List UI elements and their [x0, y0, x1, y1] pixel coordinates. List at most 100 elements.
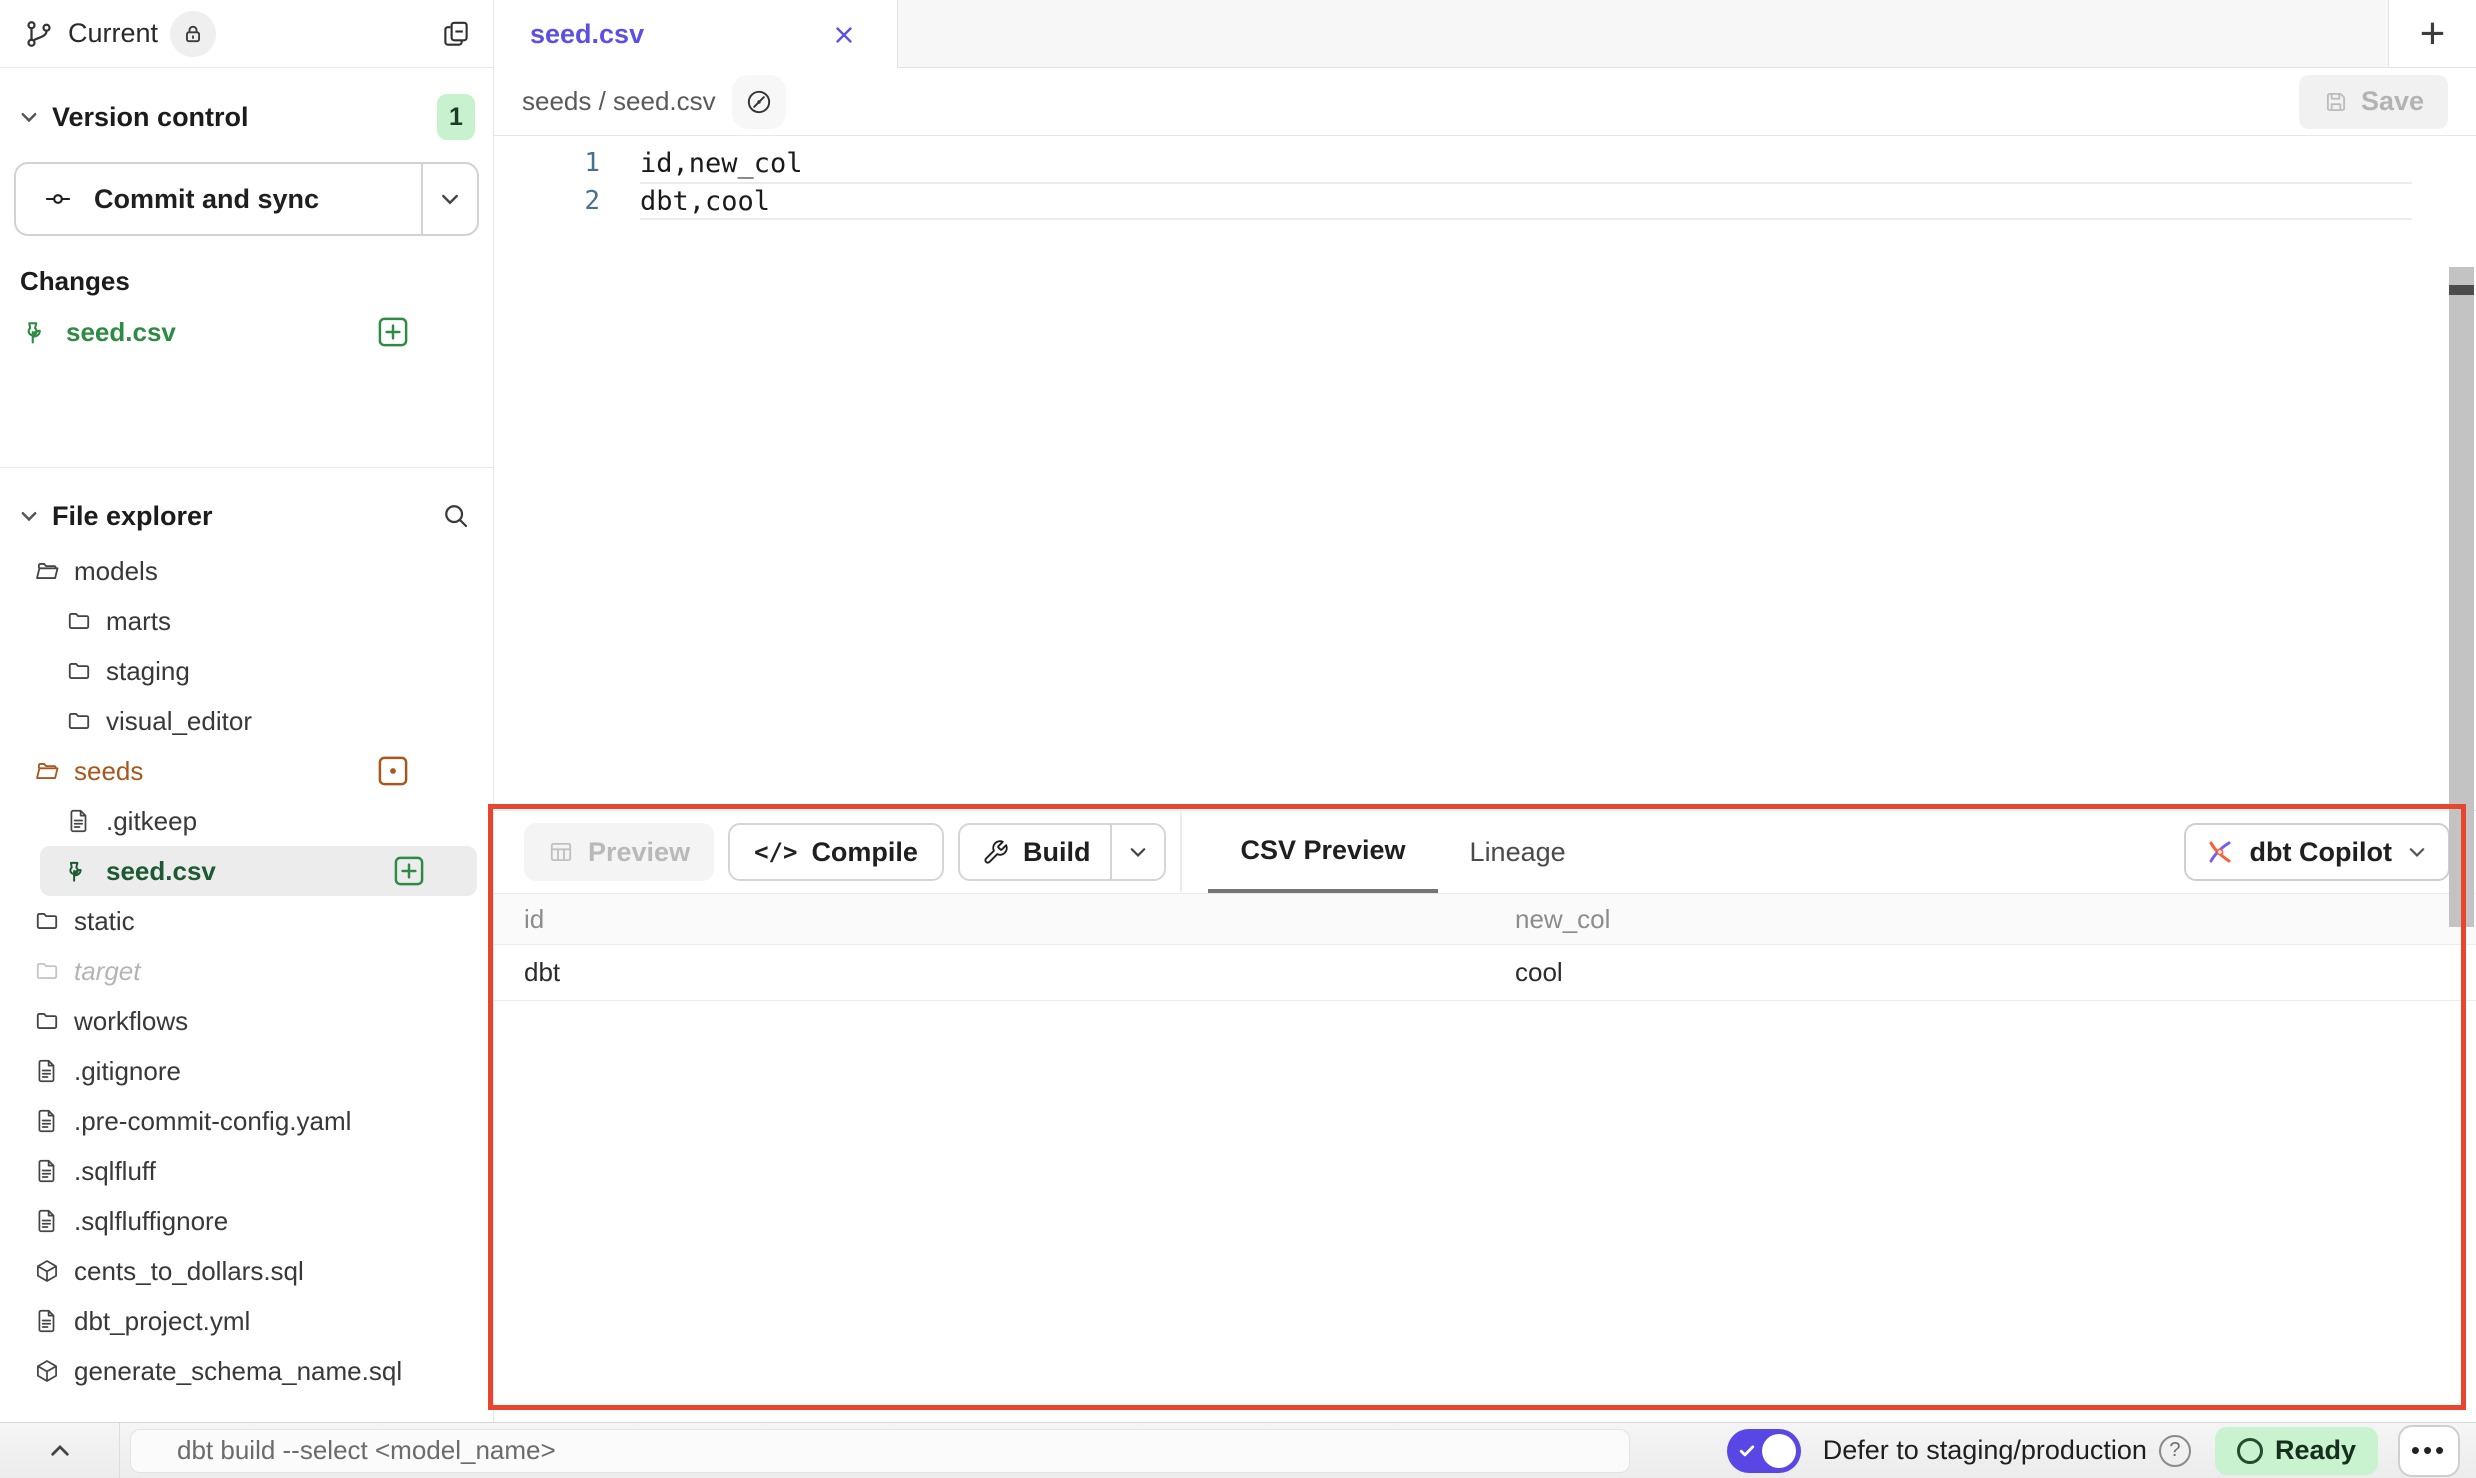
check-icon	[1738, 1442, 1756, 1460]
chevron-down-icon	[1127, 841, 1149, 863]
tree-item-pre-commit-config[interactable]: .pre-commit-config.yaml	[0, 1096, 493, 1146]
file-explorer-header[interactable]: File explorer	[0, 468, 493, 546]
editor-scrollbar[interactable]	[2449, 267, 2474, 927]
branch-lock-badge	[170, 11, 216, 57]
stage-file-icon[interactable]	[393, 855, 425, 887]
tree-item-dbt-project-yml[interactable]: dbt_project.yml	[0, 1296, 493, 1346]
command-bar-collapse-button[interactable]	[0, 1423, 120, 1478]
commit-icon	[44, 185, 72, 213]
new-tab-button[interactable]: +	[2388, 0, 2476, 67]
stage-file-icon[interactable]	[377, 316, 409, 348]
tree-item-cents-to-dollars[interactable]: cents_to_dollars.sql	[0, 1246, 493, 1296]
compile-label: Compile	[811, 837, 918, 868]
file-explorer-title: File explorer	[52, 501, 441, 532]
folder-icon	[66, 708, 92, 734]
tree-item-seed-csv[interactable]: seed.csv	[40, 846, 477, 896]
table-cell: dbt	[494, 957, 1485, 988]
code-editor[interactable]: 1 id,new_col 2 dbt,cool	[494, 136, 2476, 810]
changed-file-row[interactable]: seed.csv	[0, 305, 493, 359]
commit-and-sync-label: Commit and sync	[94, 184, 319, 215]
table-header-row: id new_col	[494, 893, 2476, 945]
tree-item-generate-schema-name[interactable]: generate_schema_name.sql	[0, 1346, 493, 1396]
tree-item-staging[interactable]: staging	[0, 646, 493, 696]
file-icon	[34, 1308, 60, 1334]
tree-item-gitkeep[interactable]: .gitkeep	[0, 796, 493, 846]
build-split-button: Build	[958, 823, 1167, 881]
close-tab-icon[interactable]	[831, 22, 857, 48]
tree-item-visual-editor[interactable]: visual_editor	[0, 696, 493, 746]
file-icon	[34, 1208, 60, 1234]
tree-item-seeds[interactable]: seeds	[0, 746, 493, 796]
status-circle-icon	[2237, 1438, 2263, 1464]
modified-indicator-icon	[377, 755, 409, 787]
chevron-down-icon	[2406, 841, 2428, 863]
file-tree: models marts staging visual_editor	[0, 546, 493, 1422]
code-line-1[interactable]: 1 id,new_col	[494, 144, 2476, 182]
preview-label: Preview	[588, 837, 690, 868]
preview-button[interactable]: Preview	[524, 823, 714, 881]
tree-item-marts[interactable]: marts	[0, 596, 493, 646]
command-input[interactable]	[130, 1429, 1630, 1473]
version-control-header[interactable]: Version control 1	[0, 68, 493, 140]
branch-name: Current	[68, 18, 158, 49]
build-options-caret[interactable]	[1112, 825, 1164, 879]
line-number: 2	[494, 186, 600, 216]
tab-seed-csv[interactable]: seed.csv	[494, 0, 898, 69]
code-icon: </>	[754, 838, 797, 866]
lock-icon	[182, 23, 204, 45]
tab-lineage[interactable]: Lineage	[1438, 811, 1598, 893]
changes-count-badge: 1	[437, 94, 475, 140]
defer-toggle[interactable]	[1727, 1429, 1801, 1473]
branch-header: Current	[0, 0, 493, 68]
tabbar-filler	[898, 0, 2388, 67]
git-branch-icon	[24, 19, 54, 49]
model-cube-icon	[34, 1258, 60, 1284]
csv-preview-table: id new_col dbt cool	[494, 893, 2476, 1001]
main-area: seed.csv + seeds / seed.csv Save	[494, 0, 2476, 1422]
help-icon[interactable]: ?	[2159, 1435, 2191, 1467]
tree-item-sqlfluffignore[interactable]: .sqlfluffignore	[0, 1196, 493, 1246]
column-header: id	[494, 904, 1485, 935]
tree-item-static[interactable]: static	[0, 896, 493, 946]
commit-and-sync-button[interactable]: Commit and sync	[14, 162, 479, 236]
tree-item-workflows[interactable]: workflows	[0, 996, 493, 1046]
folder-icon	[34, 958, 60, 984]
plus-icon: +	[2420, 9, 2446, 59]
seedling-icon	[66, 858, 92, 884]
compile-button[interactable]: </> Compile	[728, 823, 944, 881]
compass-icon	[744, 87, 774, 117]
seedling-icon	[24, 318, 52, 346]
commit-options-caret[interactable]	[423, 164, 477, 234]
table-row: dbt cool	[494, 945, 2476, 1001]
content-row: Current Version control 1	[0, 0, 2476, 1422]
editor-scrollbar-thumb[interactable]	[2449, 285, 2474, 295]
table-icon	[548, 839, 574, 865]
tree-item-models[interactable]: models	[0, 546, 493, 596]
chevron-down-icon	[18, 505, 40, 527]
status-bar: Defer to staging/production ? Ready •••	[0, 1422, 2476, 1478]
dbt-copilot-button[interactable]: dbt Copilot	[2184, 823, 2450, 881]
search-icon[interactable]	[441, 501, 471, 531]
sidebar: Current Version control 1	[0, 0, 494, 1422]
tree-item-gitignore[interactable]: .gitignore	[0, 1046, 493, 1096]
commit-and-sync-main[interactable]: Commit and sync	[16, 164, 421, 234]
more-options-button[interactable]: •••	[2398, 1425, 2460, 1477]
docs-compass-button[interactable]	[732, 75, 786, 129]
dbt-copilot-label: dbt Copilot	[2250, 837, 2392, 868]
tree-item-target[interactable]: target	[0, 946, 493, 996]
build-button[interactable]: Build	[960, 825, 1111, 879]
save-label: Save	[2361, 86, 2424, 117]
ellipsis-icon: •••	[2411, 1435, 2447, 1466]
chevron-down-icon	[438, 187, 462, 211]
code-line-2[interactable]: 2 dbt,cool	[494, 182, 2476, 220]
tab-csv-preview[interactable]: CSV Preview	[1208, 811, 1437, 893]
folder-open-icon	[34, 758, 60, 784]
file-icon	[66, 808, 92, 834]
chevron-down-icon	[18, 106, 40, 128]
changes-title: Changes	[20, 266, 493, 297]
tree-item-sqlfluff[interactable]: .sqlfluff	[0, 1146, 493, 1196]
folder-icon	[66, 608, 92, 634]
save-button[interactable]: Save	[2299, 75, 2448, 129]
duplicate-files-icon[interactable]	[441, 19, 471, 49]
tab-label: seed.csv	[530, 19, 644, 50]
